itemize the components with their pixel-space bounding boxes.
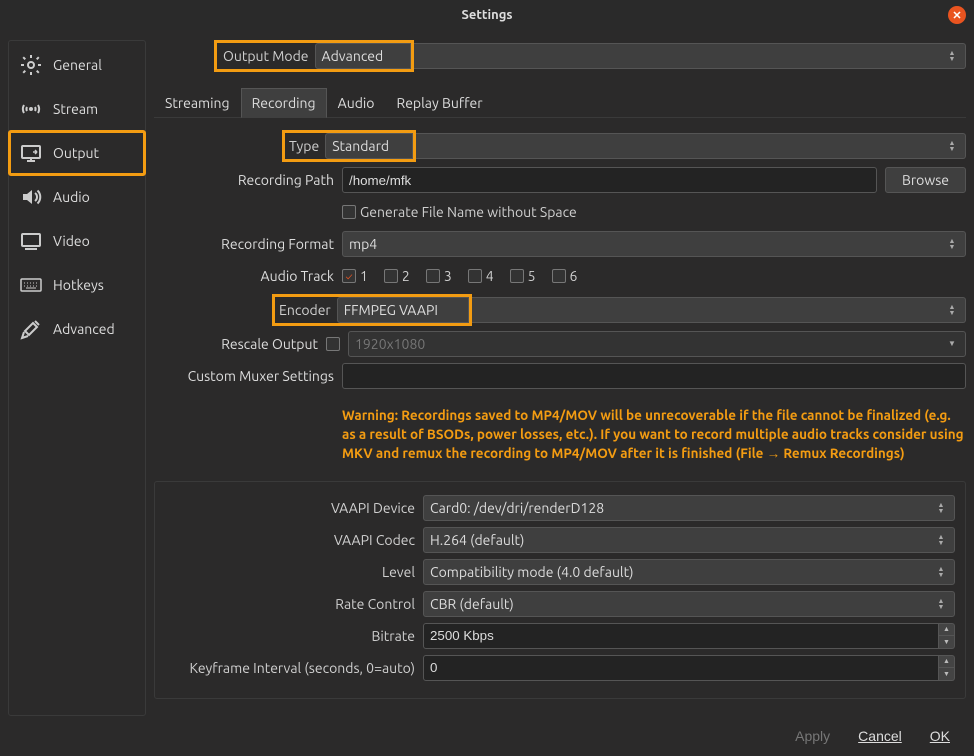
track-6-checkbox[interactable] bbox=[552, 269, 566, 283]
chevron-down-icon: ▼ bbox=[939, 636, 954, 648]
sidebar-item-stream[interactable]: Stream bbox=[9, 87, 145, 131]
track-3-checkbox[interactable] bbox=[426, 269, 440, 283]
generate-filename-label: Generate File Name without Space bbox=[360, 204, 577, 220]
sidebar-label: Audio bbox=[53, 189, 90, 205]
chevron-updown-icon: ▲▼ bbox=[934, 534, 948, 546]
keyframe-spinner[interactable]: ▲▼ bbox=[939, 655, 955, 681]
sidebar-item-video[interactable]: Video bbox=[9, 219, 145, 263]
window-title: Settings bbox=[461, 8, 512, 22]
display-icon bbox=[17, 229, 45, 253]
sidebar-label: Hotkeys bbox=[53, 277, 104, 293]
apply-button: Apply bbox=[785, 724, 840, 748]
rescale-label: Rescale Output bbox=[154, 336, 326, 352]
vaapi-device-label: VAAPI Device bbox=[165, 500, 423, 516]
window-close-button[interactable]: ✕ bbox=[948, 6, 966, 24]
chevron-updown-icon: ▲▼ bbox=[945, 238, 959, 250]
monitor-icon bbox=[17, 141, 45, 165]
chevron-updown-icon: ▲▼ bbox=[934, 566, 948, 578]
chevron-up-icon: ▲ bbox=[939, 656, 954, 669]
gear-icon bbox=[17, 53, 45, 77]
rate-control-label: Rate Control bbox=[165, 596, 423, 612]
chevron-updown-icon: ▲▼ bbox=[934, 598, 948, 610]
rescale-checkbox[interactable] bbox=[326, 337, 340, 351]
vaapi-device-select[interactable]: Card0: /dev/dri/renderD128 ▲▼ bbox=[423, 495, 955, 521]
keyboard-icon bbox=[17, 273, 45, 297]
vaapi-codec-label: VAAPI Codec bbox=[165, 532, 423, 548]
sidebar-label: Video bbox=[53, 233, 90, 249]
encoder-select[interactable]: FFMPEG VAAPI bbox=[337, 297, 469, 323]
recording-format-label: Recording Format bbox=[154, 236, 342, 252]
sidebar-item-general[interactable]: General bbox=[9, 43, 145, 87]
title-bar: Settings ✕ bbox=[0, 0, 974, 30]
chevron-updown-icon: ▲▼ bbox=[945, 304, 959, 316]
close-icon: ✕ bbox=[952, 9, 961, 22]
browse-button[interactable]: Browse bbox=[885, 167, 966, 193]
keyframe-input[interactable] bbox=[423, 655, 939, 681]
tab-replay-buffer[interactable]: Replay Buffer bbox=[386, 88, 494, 117]
sidebar-item-output[interactable]: Output bbox=[9, 131, 145, 175]
tab-audio[interactable]: Audio bbox=[327, 88, 386, 117]
sidebar-label: Advanced bbox=[53, 321, 115, 337]
dialog-button-bar: Apply Cancel OK bbox=[0, 716, 974, 756]
audio-track-label: Audio Track bbox=[154, 268, 342, 284]
level-select[interactable]: Compatibility mode (4.0 default) ▲▼ bbox=[423, 559, 955, 585]
encoder-label: Encoder bbox=[275, 302, 337, 318]
chevron-down-icon: ▼ bbox=[939, 668, 954, 680]
level-label: Level bbox=[165, 564, 423, 580]
track-2-checkbox[interactable] bbox=[384, 269, 398, 283]
speaker-icon bbox=[17, 185, 45, 209]
rate-control-select[interactable]: CBR (default) ▲▼ bbox=[423, 591, 955, 617]
encoder-settings-panel: VAAPI Device Card0: /dev/dri/renderD128 … bbox=[154, 481, 966, 699]
output-mode-select[interactable]: Advanced bbox=[315, 43, 411, 69]
muxer-input[interactable] bbox=[342, 363, 966, 389]
bitrate-spinner[interactable]: ▲▼ bbox=[939, 623, 955, 649]
ok-button[interactable]: OK bbox=[920, 724, 960, 748]
content-area: Output Mode Advanced ▲▼ Streaming Record… bbox=[154, 40, 966, 716]
chevron-up-icon: ▲ bbox=[939, 624, 954, 637]
output-mode-select-ext[interactable]: ▲▼ bbox=[414, 43, 966, 69]
type-select[interactable]: Standard bbox=[325, 133, 413, 159]
keyframe-label: Keyframe Interval (seconds, 0=auto) bbox=[165, 660, 423, 676]
chevron-updown-icon: ▲▼ bbox=[945, 140, 959, 152]
muxer-label: Custom Muxer Settings bbox=[154, 368, 342, 384]
output-mode-label: Output Mode bbox=[214, 40, 315, 72]
track-1-checkbox[interactable]: ✓ bbox=[342, 269, 356, 283]
cancel-button[interactable]: Cancel bbox=[848, 724, 912, 748]
bitrate-input[interactable] bbox=[423, 623, 939, 649]
sidebar-item-advanced[interactable]: Advanced bbox=[9, 307, 145, 351]
chevron-updown-icon: ▲▼ bbox=[945, 50, 959, 62]
recording-path-label: Recording Path bbox=[154, 172, 342, 188]
settings-sidebar: General Stream Output Audio Video bbox=[8, 40, 146, 716]
sidebar-label: General bbox=[53, 57, 102, 73]
rescale-select[interactable]: 1920x1080 ▼ bbox=[348, 331, 966, 357]
tab-streaming[interactable]: Streaming bbox=[154, 88, 241, 117]
tools-icon bbox=[17, 317, 45, 341]
recording-format-select[interactable]: mp4 ▲▼ bbox=[342, 231, 966, 257]
stream-icon bbox=[17, 97, 45, 121]
bitrate-label: Bitrate bbox=[165, 628, 423, 644]
output-tabs: Streaming Recording Audio Replay Buffer bbox=[154, 88, 966, 118]
encoder-select-ext[interactable]: ▲▼ bbox=[472, 297, 966, 323]
type-select-ext[interactable]: ▲▼ bbox=[416, 133, 966, 159]
sidebar-item-audio[interactable]: Audio bbox=[9, 175, 145, 219]
track-5-checkbox[interactable] bbox=[510, 269, 524, 283]
sidebar-label: Stream bbox=[53, 101, 98, 117]
chevron-updown-icon: ▲▼ bbox=[934, 502, 948, 514]
tab-recording[interactable]: Recording bbox=[241, 88, 327, 118]
type-label: Type bbox=[285, 138, 325, 154]
recording-path-input[interactable] bbox=[342, 167, 877, 193]
sidebar-label: Output bbox=[53, 145, 99, 161]
track-4-checkbox[interactable] bbox=[468, 269, 482, 283]
mp4-warning: Warning: Recordings saved to MP4/MOV wil… bbox=[154, 406, 966, 463]
sidebar-item-hotkeys[interactable]: Hotkeys bbox=[9, 263, 145, 307]
chevron-down-icon: ▼ bbox=[945, 341, 959, 347]
generate-filename-checkbox[interactable] bbox=[342, 205, 356, 219]
vaapi-codec-select[interactable]: H.264 (default) ▲▼ bbox=[423, 527, 955, 553]
